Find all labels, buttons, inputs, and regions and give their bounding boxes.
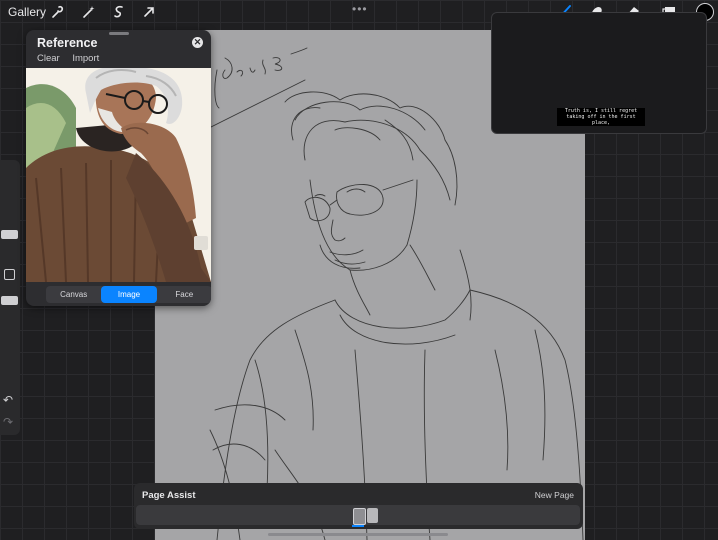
magic-wand-icon[interactable]	[80, 3, 98, 21]
page-assist-title: Page Assist	[142, 490, 196, 501]
modifier-button[interactable]	[4, 269, 15, 280]
reference-portrait-illustration	[26, 68, 211, 282]
import-button[interactable]: Import	[72, 53, 99, 64]
speech-bubble-text: Truth is, I still regret taking off in t…	[557, 108, 645, 126]
undo-icon[interactable]: ↶	[3, 394, 17, 406]
transform-arrow-icon[interactable]	[140, 3, 158, 21]
wrench-icon[interactable]	[49, 3, 67, 21]
close-icon[interactable]: ✕	[192, 37, 203, 48]
gallery-button[interactable]: Gallery	[8, 5, 46, 19]
reference-actions: Clear Import	[37, 53, 109, 64]
selection-icon[interactable]	[110, 3, 128, 21]
reference-drag-handle[interactable]	[109, 32, 129, 35]
reference-image[interactable]	[26, 68, 211, 282]
more-options-dots[interactable]: •••	[352, 2, 368, 16]
page-thumbnail-strip	[136, 505, 580, 527]
brush-size-slider[interactable]	[1, 230, 18, 239]
reference-panel: Reference ✕ Clear Import Canvas Image Fa…	[26, 30, 211, 306]
opacity-slider[interactable]	[1, 296, 18, 305]
reference-title: Reference	[37, 36, 98, 50]
new-page-button[interactable]: New Page	[535, 490, 574, 500]
reference-mode-selector: Canvas Image Face	[46, 286, 211, 303]
clear-button[interactable]: Clear	[37, 53, 60, 64]
redo-icon[interactable]: ↷	[3, 416, 17, 428]
speech-line-2: taking off in the first place,	[566, 114, 636, 126]
tab-face[interactable]: Face	[157, 286, 211, 303]
tab-image[interactable]: Image	[101, 286, 157, 303]
tab-canvas[interactable]: Canvas	[46, 286, 101, 303]
page-assist-panel: Page Assist New Page	[134, 483, 583, 529]
page-thumbnail[interactable]	[367, 508, 378, 523]
page-thumbnail[interactable]	[353, 508, 366, 525]
left-sidebar: ↶ ↷	[0, 160, 20, 435]
selected-page-indicator	[352, 525, 364, 527]
home-indicator	[268, 533, 448, 536]
